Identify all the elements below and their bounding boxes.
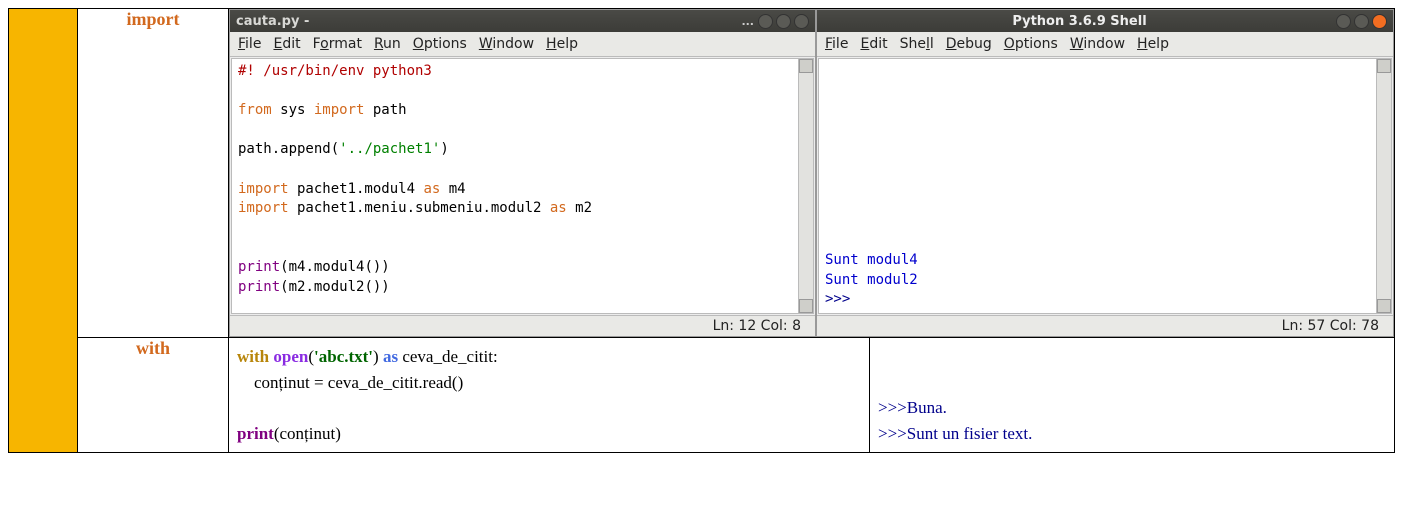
menu-options[interactable]: Options (413, 36, 467, 52)
scrollbar-left[interactable] (798, 59, 813, 313)
menubar-right: File Edit Shell Debug Options Window Hel… (817, 32, 1393, 57)
statusbar-left: Ln: 12 Col: 8 (230, 315, 815, 336)
close-icon[interactable] (794, 14, 809, 29)
row-label-import: import (78, 9, 229, 338)
shell-window-right: Python 3.6.9 Shell File Edit Shell Debug… (816, 9, 1394, 337)
menu-file[interactable]: File (238, 36, 261, 52)
titlebar-right: Python 3.6.9 Shell (817, 10, 1393, 32)
title-ellipsis: ... (741, 15, 754, 28)
menu-format[interactable]: Format (313, 36, 362, 52)
menu-shell[interactable]: Shell (900, 36, 934, 52)
statusbar-right: Ln: 57 Col: 78 (817, 315, 1393, 336)
with-output: >>>Buna. >>>Sunt un fisier text. (870, 338, 1394, 452)
menu-edit[interactable]: Edit (273, 36, 300, 52)
maximize-icon[interactable] (1354, 14, 1369, 29)
menu-help[interactable]: Help (546, 36, 578, 52)
menu-help[interactable]: Help (1137, 36, 1169, 52)
titlebar-left: cauta.py - ... (230, 10, 815, 32)
row-label-with: with (78, 338, 229, 453)
editor-window-left: cauta.py - ... File Edit Format Run Opti… (229, 9, 816, 337)
shell-area-right[interactable]: Sunt modul4 Sunt modul2 >>> (818, 58, 1392, 314)
menu-options[interactable]: Options (1004, 36, 1058, 52)
scrollbar-right[interactable] (1376, 59, 1391, 313)
window-title-right: Python 3.6.9 Shell (823, 14, 1336, 29)
editors-wrap: cauta.py - ... File Edit Format Run Opti… (229, 9, 1394, 337)
main-table: import cauta.py - ... File Edit (8, 8, 1395, 453)
minimize-icon[interactable] (1336, 14, 1351, 29)
window-title-left: cauta.py - (236, 14, 309, 29)
menu-edit[interactable]: Edit (860, 36, 887, 52)
maximize-icon[interactable] (776, 14, 791, 29)
menu-file[interactable]: File (825, 36, 848, 52)
menu-run[interactable]: Run (374, 36, 401, 52)
menu-window[interactable]: Window (479, 36, 534, 52)
with-code-snippet: with open('abc.txt') as ceva_de_citit: c… (229, 338, 869, 452)
menubar-left: File Edit Format Run Options Window Help (230, 32, 815, 57)
menu-debug[interactable]: Debug (946, 36, 992, 52)
yellow-sidebar (9, 9, 78, 453)
menu-window[interactable]: Window (1070, 36, 1125, 52)
code-area-left[interactable]: #! /usr/bin/env python3 from sys import … (231, 58, 814, 314)
minimize-icon[interactable] (758, 14, 773, 29)
close-icon[interactable] (1372, 14, 1387, 29)
